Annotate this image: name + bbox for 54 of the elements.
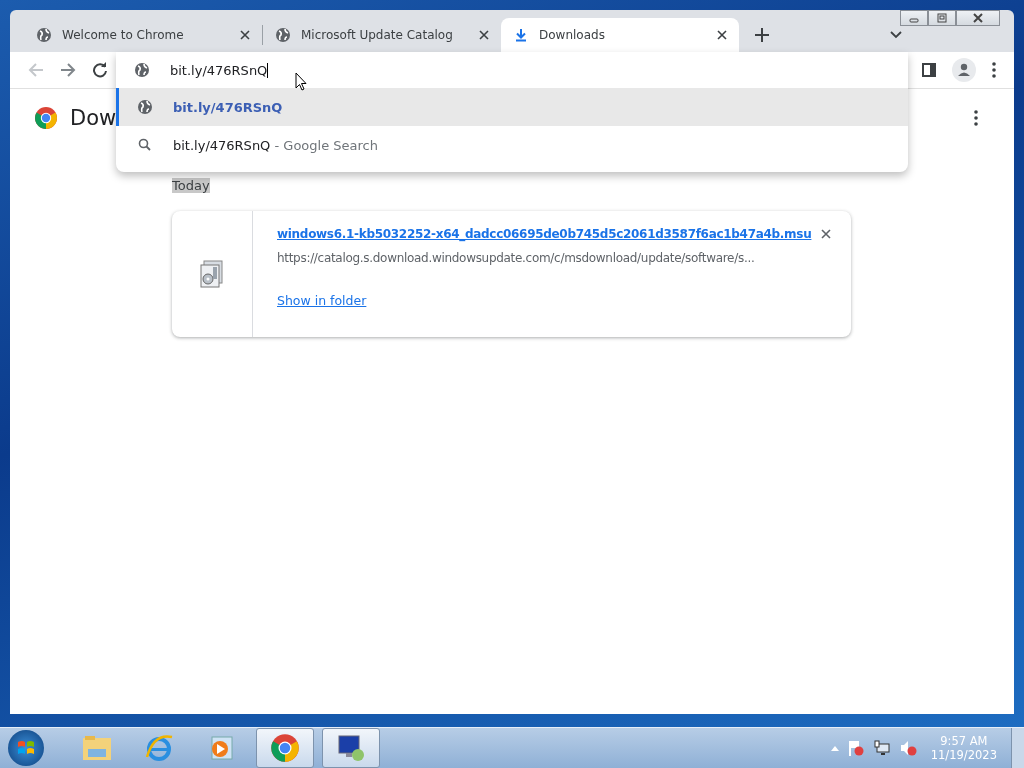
browser-tab[interactable]: Welcome to Chrome <box>24 18 262 52</box>
remove-icon[interactable] <box>821 229 831 239</box>
muted-speaker-icon[interactable] <box>898 739 917 757</box>
suggestion-item[interactable]: bit.ly/476RSnQ - Google Search <box>116 126 908 164</box>
globe-icon <box>137 99 153 115</box>
media-player-icon <box>208 735 234 761</box>
address-field[interactable]: bit.ly/476RSnQ <box>170 62 269 78</box>
folder-icon <box>82 735 112 761</box>
chrome-logo-icon <box>34 106 58 130</box>
close-button[interactable] <box>956 10 1000 26</box>
forward-icon[interactable] <box>60 62 76 78</box>
remote-desktop-icon <box>336 733 366 763</box>
profile-avatar[interactable] <box>952 58 976 82</box>
close-icon[interactable] <box>240 30 250 40</box>
clock-date: 11/19/2023 <box>930 748 997 762</box>
globe-icon <box>275 27 291 43</box>
network-icon[interactable] <box>872 739 891 757</box>
tab-search-icon[interactable] <box>890 31 902 39</box>
file-name-link[interactable]: windows6.1-kb5032252-x64_dadcc06695de0b745d5c2061d3587f6ac1b47a4b.msu <box>277 227 812 241</box>
browser-tab[interactable]: Downloads <box>501 18 739 52</box>
globe-icon <box>36 27 52 43</box>
menu-icon[interactable] <box>992 62 996 78</box>
start-button[interactable] <box>8 730 44 766</box>
tab-title: Downloads <box>539 28 606 42</box>
more-options-icon[interactable] <box>974 110 978 126</box>
flag-error-icon[interactable] <box>846 739 865 757</box>
minimize-button[interactable] <box>900 10 928 26</box>
taskbar-app[interactable] <box>256 728 314 768</box>
browser-tab[interactable]: Microsoft Update Catalog <box>263 18 501 52</box>
suggestion-item[interactable]: bit.ly/476RSnQ <box>116 88 908 126</box>
side-panel-icon[interactable] <box>922 63 936 77</box>
close-icon[interactable] <box>479 30 489 40</box>
download-icon <box>513 27 529 43</box>
page-title: Dow <box>70 106 117 130</box>
close-icon[interactable] <box>717 30 727 40</box>
taskbar-app[interactable] <box>322 728 380 768</box>
close-icon <box>972 12 984 24</box>
mouse-cursor-icon <box>295 72 307 91</box>
tab-title: Welcome to Chrome <box>62 28 185 42</box>
chrome-logo-icon <box>270 733 300 763</box>
reload-icon[interactable] <box>92 62 108 78</box>
show-in-folder-link[interactable]: Show in folder <box>277 293 367 308</box>
globe-icon <box>134 62 150 78</box>
new-tab-icon[interactable] <box>755 28 769 42</box>
browser-e-icon <box>144 733 174 763</box>
clock-time: 9:57 AM <box>940 734 988 748</box>
tab-title: Microsoft Update Catalog <box>301 28 454 42</box>
source-url: https://catalog.s.download.windowsupdate.com/c/msdownload/update/software/s... <box>277 251 755 265</box>
maximize-button[interactable] <box>928 10 956 26</box>
restore-icon <box>936 12 948 24</box>
date-heading: Today <box>172 178 210 193</box>
person-icon <box>956 62 972 78</box>
installer-package-icon <box>198 259 226 289</box>
search-icon <box>137 137 153 153</box>
